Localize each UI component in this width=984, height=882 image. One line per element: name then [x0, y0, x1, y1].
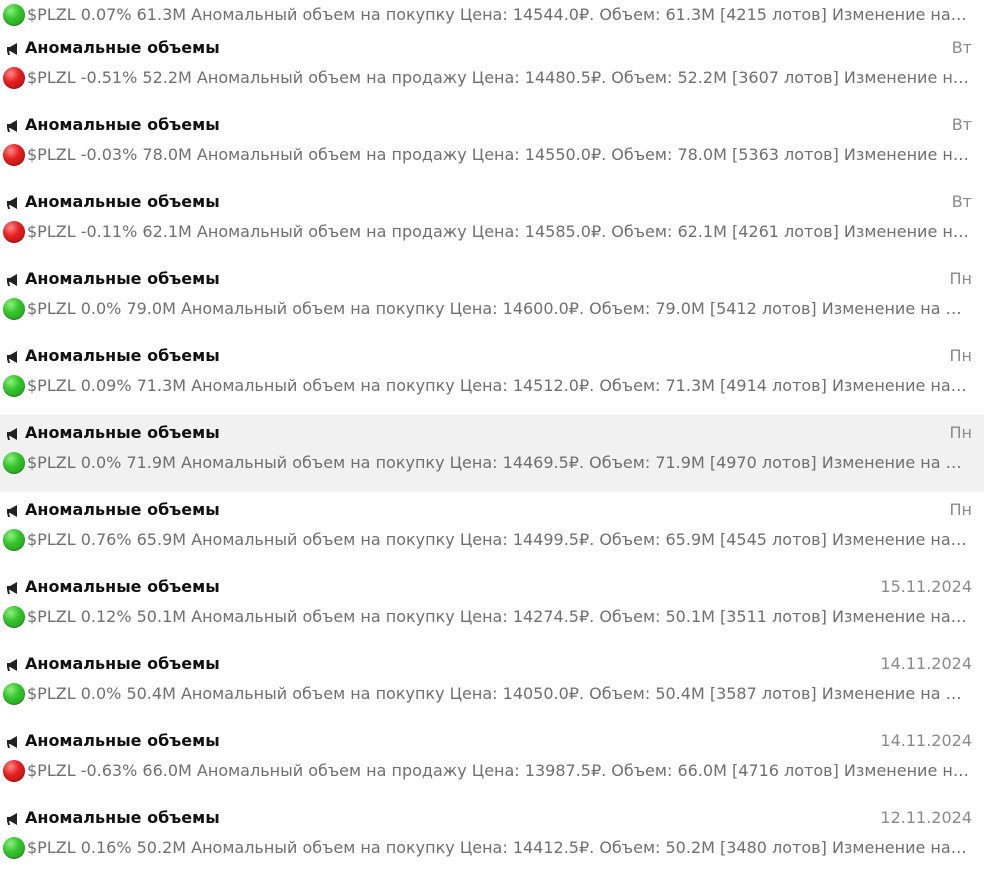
message-preview: $PLZL 0.76% 65.9M Аномальный объем на по… — [27, 530, 971, 549]
message-title: Аномальные объемы — [25, 269, 220, 288]
message-title: Аномальные объемы — [25, 115, 220, 134]
megaphone-icon — [7, 120, 17, 132]
message-item[interactable]: Аномальные объемы 15.11.2024 $PLZL 0.12%… — [0, 569, 984, 646]
message-feed: $PLZL 0.07% 61.3M Аномальный объем на по… — [0, 0, 984, 882]
megaphone-icon — [7, 505, 17, 517]
megaphone-icon — [7, 197, 17, 209]
message-preview-row: $PLZL 0.07% 61.3M Аномальный объем на по… — [0, 3, 972, 27]
red-circle-icon — [3, 760, 25, 782]
message-title: Аномальные объемы — [25, 38, 220, 57]
message-preview: $PLZL 0.12% 50.1M Аномальный объем на по… — [27, 607, 971, 626]
message-date: Пн — [949, 346, 973, 365]
message-item[interactable]: Аномальные объемы Пн $PLZL 0.09% 71.3M А… — [0, 338, 984, 415]
message-date: 12.11.2024 — [880, 808, 972, 827]
message-title: Аномальные объемы — [25, 346, 220, 365]
red-circle-icon — [3, 144, 25, 166]
red-circle-icon — [3, 221, 25, 243]
megaphone-icon — [7, 428, 17, 440]
message-date: 15.11.2024 — [880, 577, 972, 596]
green-circle-icon — [3, 606, 25, 628]
green-circle-icon — [3, 375, 25, 397]
message-title: Аномальные объемы — [25, 500, 220, 519]
green-circle-icon — [3, 683, 25, 705]
message-preview: $PLZL 0.0% 50.4M Аномальный объем на пок… — [27, 684, 971, 703]
message-title: Аномальные объемы — [25, 731, 220, 750]
megaphone-icon — [7, 813, 17, 825]
message-item[interactable]: Аномальные объемы Вт $PLZL -0.11% 62.1M … — [0, 184, 984, 261]
green-circle-icon — [3, 298, 25, 320]
message-preview: $PLZL 0.09% 71.3M Аномальный объем на по… — [27, 376, 971, 395]
megaphone-icon — [7, 736, 17, 748]
megaphone-icon — [7, 274, 17, 286]
message-preview: $PLZL 0.0% 71.9M Аномальный объем на пок… — [27, 453, 971, 472]
green-circle-icon — [3, 837, 25, 859]
message-date: Пн — [949, 269, 973, 288]
message-date: Пн — [949, 423, 973, 442]
megaphone-icon — [7, 43, 17, 55]
message-title: Аномальные объемы — [25, 654, 220, 673]
message-item[interactable]: Аномальные объемы 14.11.2024 $PLZL 0.0% … — [0, 646, 984, 723]
message-preview: $PLZL -0.11% 62.1M Аномальный объем на п… — [27, 222, 971, 241]
message-item[interactable]: Аномальные объемы Пн $PLZL 0.76% 65.9M А… — [0, 492, 984, 569]
message-title: Аномальные объемы — [25, 808, 220, 827]
message-preview: $PLZL 0.0% 79.0M Аномальный объем на пок… — [27, 299, 971, 318]
message-date: 14.11.2024 — [880, 731, 972, 750]
message-title: Аномальные объемы — [25, 577, 220, 596]
green-circle-icon — [3, 529, 25, 551]
message-preview: $PLZL 0.16% 50.2M Аномальный объем на по… — [27, 838, 971, 857]
red-circle-icon — [3, 67, 25, 89]
message-title: Аномальные объемы — [25, 192, 220, 211]
megaphone-icon — [7, 351, 17, 363]
message-date: 14.11.2024 — [880, 654, 972, 673]
megaphone-icon — [7, 582, 17, 594]
message-item[interactable]: Аномальные объемы Вт $PLZL -0.03% 78.0M … — [0, 107, 984, 184]
message-date: Вт — [951, 38, 972, 57]
message-preview: $PLZL -0.51% 52.2M Аномальный объем на п… — [27, 68, 971, 87]
message-date: Пн — [949, 500, 973, 519]
message-item-partial[interactable]: $PLZL 0.07% 61.3M Аномальный объем на по… — [0, 0, 984, 30]
message-preview: $PLZL -0.03% 78.0M Аномальный объем на п… — [27, 145, 971, 164]
megaphone-icon — [7, 659, 17, 671]
message-item[interactable]: Аномальные объемы Вт $PLZL -0.51% 52.2M … — [0, 30, 984, 107]
message-date: Вт — [951, 115, 972, 134]
message-item[interactable]: Аномальные объемы Пн $PLZL 0.0% 79.0M Ан… — [0, 261, 984, 338]
message-item-selected[interactable]: Аномальные объемы Пн $PLZL 0.0% 71.9M Ан… — [0, 415, 984, 492]
message-item[interactable]: Аномальные объемы 12.11.2024 $PLZL 0.16%… — [0, 800, 984, 877]
message-item[interactable]: Аномальные объемы 14.11.2024 $PLZL -0.63… — [0, 723, 984, 800]
green-circle-icon — [3, 452, 25, 474]
message-preview: $PLZL -0.63% 66.0M Аномальный объем на п… — [27, 761, 971, 780]
message-date: Вт — [951, 192, 972, 211]
green-circle-icon — [3, 4, 25, 26]
message-preview: $PLZL 0.07% 61.3M Аномальный объем на по… — [27, 5, 971, 24]
message-title: Аномальные объемы — [25, 423, 220, 442]
